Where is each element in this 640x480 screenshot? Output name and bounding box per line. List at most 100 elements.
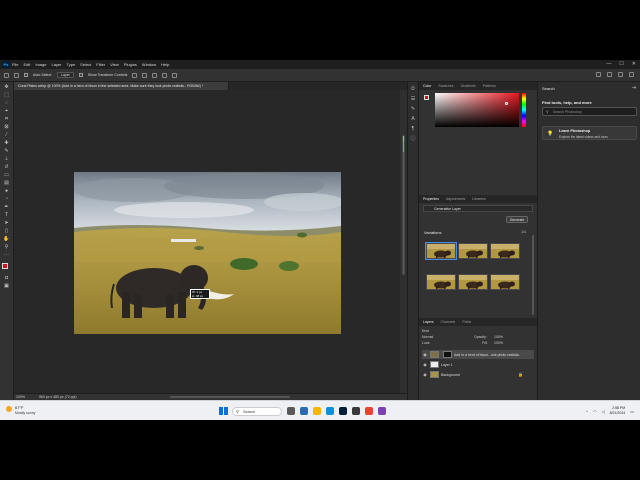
app-taskbar-icon[interactable] bbox=[378, 407, 386, 415]
menu-type[interactable]: Type bbox=[67, 62, 76, 67]
menu-view[interactable]: View bbox=[110, 62, 119, 67]
chrome-icon[interactable] bbox=[365, 407, 373, 415]
variation-thumbnail[interactable] bbox=[490, 274, 520, 290]
variations-header[interactable]: Variations 1/4 bbox=[424, 230, 532, 236]
type-tool-icon[interactable]: T bbox=[3, 213, 10, 218]
home-icon[interactable] bbox=[4, 72, 9, 78]
menu-filter[interactable]: Filter bbox=[96, 62, 105, 67]
tab-patterns[interactable]: Patterns bbox=[483, 84, 496, 88]
screen-mode-icon[interactable]: ▣ bbox=[3, 284, 10, 289]
volume-icon[interactable]: ◁ bbox=[602, 409, 605, 414]
crop-tool-icon[interactable]: ⌗ bbox=[3, 117, 10, 122]
align-left-icon[interactable] bbox=[132, 72, 138, 78]
minimize-button[interactable]: — bbox=[606, 61, 611, 67]
menu-layer[interactable]: Layer bbox=[51, 62, 61, 67]
eyedropper-tool-icon[interactable]: ⁄ bbox=[3, 133, 10, 138]
canvas-area[interactable]: W: 1 px H: 48 px bbox=[14, 90, 400, 393]
variation-thumbnail[interactable] bbox=[458, 274, 488, 290]
file-explorer-icon[interactable] bbox=[313, 407, 321, 415]
document-info[interactable]: 960 px x 480 px (72 ppi) bbox=[39, 395, 77, 399]
start-button[interactable] bbox=[219, 407, 228, 415]
tab-color[interactable]: Color bbox=[423, 84, 431, 88]
generate-button[interactable]: Generate bbox=[506, 216, 528, 223]
paragraph-icon[interactable]: ¶ bbox=[410, 127, 416, 132]
scrollbar-thumb[interactable] bbox=[402, 135, 405, 275]
more-tools-icon[interactable]: ⋯ bbox=[3, 253, 10, 258]
auto-select-checkbox[interactable] bbox=[24, 73, 28, 77]
document-tab[interactable]: Coral Plains.webp @ 100% (Add in a herd … bbox=[14, 82, 229, 90]
shape-tool-icon[interactable]: ▯ bbox=[3, 229, 10, 234]
widgets-icon[interactable] bbox=[300, 407, 308, 415]
marquee-tool-icon[interactable]: ⬚ bbox=[3, 93, 10, 98]
notification-icon[interactable]: ▭ bbox=[630, 409, 634, 414]
dodge-tool-icon[interactable]: ◔ bbox=[3, 197, 10, 202]
tab-swatches[interactable]: Swatches bbox=[438, 84, 453, 88]
tab-properties[interactable]: Properties bbox=[423, 197, 439, 201]
variation-thumbnail[interactable] bbox=[458, 243, 488, 259]
properties-icon[interactable]: ☰ bbox=[410, 97, 416, 102]
maximize-button[interactable]: ☐ bbox=[619, 61, 623, 67]
more-options-icon[interactable] bbox=[162, 72, 168, 78]
path-select-icon[interactable]: ➤ bbox=[3, 221, 10, 226]
transform-controls-checkbox[interactable] bbox=[78, 73, 83, 77]
canvas-horizontal-scrollbar[interactable] bbox=[170, 396, 290, 398]
eye-icon[interactable]: ◉ bbox=[422, 362, 428, 367]
history-brush-icon[interactable]: ↺ bbox=[3, 165, 10, 170]
blend-mode-dropdown[interactable]: Normal bbox=[422, 335, 433, 339]
foreground-color-swatch[interactable] bbox=[1, 263, 8, 269]
gradient-tool-icon[interactable]: ▤ bbox=[3, 181, 10, 186]
zoom-tool-icon[interactable]: ⚲ bbox=[3, 245, 10, 250]
cloud-icon[interactable] bbox=[596, 72, 601, 77]
menu-image[interactable]: Image bbox=[35, 62, 46, 67]
opacity-value[interactable]: 100% bbox=[494, 335, 503, 339]
align-center-icon[interactable] bbox=[142, 72, 148, 78]
character-icon[interactable]: A bbox=[410, 117, 416, 122]
auto-select-dropdown[interactable]: Layer bbox=[57, 72, 74, 78]
blur-tool-icon[interactable]: ● bbox=[3, 189, 10, 194]
task-view-icon[interactable] bbox=[287, 407, 295, 415]
collapse-panel-icon[interactable]: ⇥ bbox=[632, 85, 636, 91]
pen-tool-icon[interactable]: ✒ bbox=[3, 205, 10, 210]
quick-mask-icon[interactable]: ◘ bbox=[3, 276, 10, 281]
layer-row-layer-1[interactable]: ◉ Layer 1 bbox=[422, 360, 534, 369]
menu-window[interactable]: Window bbox=[142, 62, 156, 67]
chevron-up-icon[interactable]: ^ bbox=[586, 409, 588, 414]
layer-filter-kind[interactable]: Kind bbox=[422, 329, 429, 333]
move-tool-icon[interactable]: ✥ bbox=[3, 85, 10, 90]
variation-thumbnail[interactable] bbox=[426, 274, 456, 290]
lasso-tool-icon[interactable]: ◌ bbox=[3, 101, 10, 106]
move-tool-icon[interactable] bbox=[14, 72, 19, 78]
layer-row-generative[interactable]: ◉ Add in a herd of bison...ook photo rea… bbox=[422, 350, 534, 359]
tab-gradients[interactable]: Gradients bbox=[461, 84, 476, 88]
color-panel-foreground-swatch[interactable] bbox=[424, 95, 429, 100]
clock[interactable]: 2:58 PM 8/21/2024 bbox=[610, 406, 626, 416]
layer-row-background[interactable]: ◉ Background 🔒 bbox=[422, 370, 534, 379]
color-picker-field[interactable] bbox=[435, 93, 519, 127]
tab-libraries[interactable]: Libraries bbox=[472, 197, 485, 201]
canvas-image[interactable] bbox=[74, 172, 341, 334]
properties-scrollbar[interactable] bbox=[532, 235, 534, 315]
fill-value[interactable]: 100% bbox=[494, 341, 503, 345]
brush-settings-icon[interactable]: ✎ bbox=[410, 107, 416, 112]
clone-stamp-icon[interactable]: ⊥ bbox=[3, 157, 10, 162]
brush-tool-icon[interactable]: ✎ bbox=[3, 149, 10, 154]
app-taskbar-icon[interactable] bbox=[352, 407, 360, 415]
zoom-level[interactable]: 100% bbox=[16, 395, 25, 399]
learn-photoshop-card[interactable]: 💡 Learn Photoshop Explore the latest vid… bbox=[542, 126, 637, 140]
search-input[interactable]: ⚲ Search Photoshop bbox=[542, 107, 637, 116]
hue-slider[interactable] bbox=[522, 93, 526, 127]
menu-plugins[interactable]: Plugins bbox=[124, 62, 137, 67]
align-right-icon[interactable] bbox=[152, 72, 158, 78]
menu-select[interactable]: Select bbox=[80, 62, 91, 67]
tab-adjustments[interactable]: Adjustments bbox=[446, 197, 465, 201]
object-select-tool-icon[interactable]: ⌖ bbox=[3, 109, 10, 114]
taskbar-search[interactable]: ⚲ Search bbox=[232, 406, 282, 416]
canvas-vertical-scrollbar[interactable] bbox=[400, 90, 407, 393]
variation-thumbnail[interactable] bbox=[425, 242, 457, 260]
color-picker-marker[interactable] bbox=[505, 102, 508, 105]
eraser-tool-icon[interactable]: ▭ bbox=[3, 173, 10, 178]
share-icon[interactable] bbox=[629, 72, 634, 77]
gear-icon[interactable] bbox=[172, 72, 178, 78]
menu-help[interactable]: Help bbox=[161, 62, 169, 67]
workspace-icon[interactable] bbox=[618, 72, 623, 77]
